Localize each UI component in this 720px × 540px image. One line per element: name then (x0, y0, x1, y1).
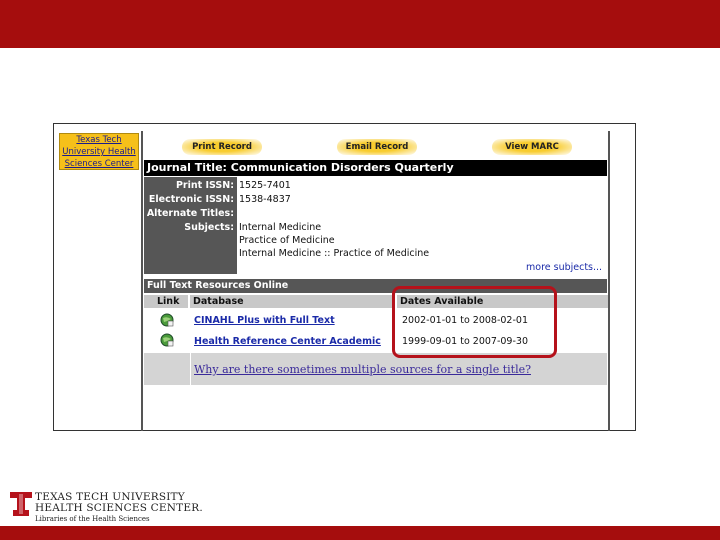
metadata-label-column: Print ISSN: Electronic ISSN: Alternate T… (144, 177, 237, 274)
database-link[interactable]: Health Reference Center Academic (194, 336, 381, 347)
subject-item: Internal Medicine (239, 222, 322, 233)
database-column-header: Database (190, 295, 395, 308)
subject-item: Practice of Medicine (239, 235, 335, 246)
left-frame-divider (141, 131, 143, 431)
bottom-banner (0, 526, 720, 540)
top-banner (0, 0, 720, 48)
ttuhsc-side-logo-link[interactable]: Texas Tech University Health Sciences Ce… (59, 133, 139, 170)
globe-link-icon[interactable] (160, 333, 174, 347)
database-link[interactable]: CINAHL Plus with Full Text (194, 315, 335, 326)
side-logo-line3: Sciences Center (64, 159, 134, 169)
alternate-titles-label: Alternate Titles: (146, 208, 234, 219)
subject-item: Internal Medicine :: Practice of Medicin… (239, 248, 430, 259)
multiple-sources-help-link[interactable]: Why are there sometimes multiple sources… (194, 363, 531, 376)
globe-link-icon[interactable] (160, 313, 174, 327)
print-issn-label: Print ISSN: (175, 180, 234, 191)
print-issn-value: 1525-7401 (239, 180, 291, 191)
footer-center-name: HEALTH SCIENCES CENTER. (35, 502, 203, 514)
dates-highlight-box (392, 286, 557, 358)
footer-libraries-name: Libraries of the Health Sciences (35, 515, 150, 523)
ttu-double-t-logo-icon (10, 492, 32, 516)
right-frame-divider (608, 131, 610, 431)
side-logo-line1: Texas Tech (76, 135, 122, 145)
journal-title-bar: Journal Title: Communication Disorders Q… (144, 160, 607, 176)
link-column-header: Link (144, 295, 188, 308)
link-column-label: Link (157, 296, 180, 307)
view-marc-button[interactable]: View MARC (492, 139, 572, 155)
electronic-issn-value: 1538-4837 (239, 194, 291, 205)
help-row-divider (190, 353, 191, 385)
subjects-label: Subjects: (184, 222, 234, 233)
email-record-button[interactable]: Email Record (337, 139, 417, 155)
more-subjects-link[interactable]: more subjects... (526, 262, 602, 273)
print-record-button[interactable]: Print Record (182, 139, 262, 155)
electronic-issn-label: Electronic ISSN: (148, 194, 234, 205)
side-logo-line2: University Health (62, 147, 136, 157)
